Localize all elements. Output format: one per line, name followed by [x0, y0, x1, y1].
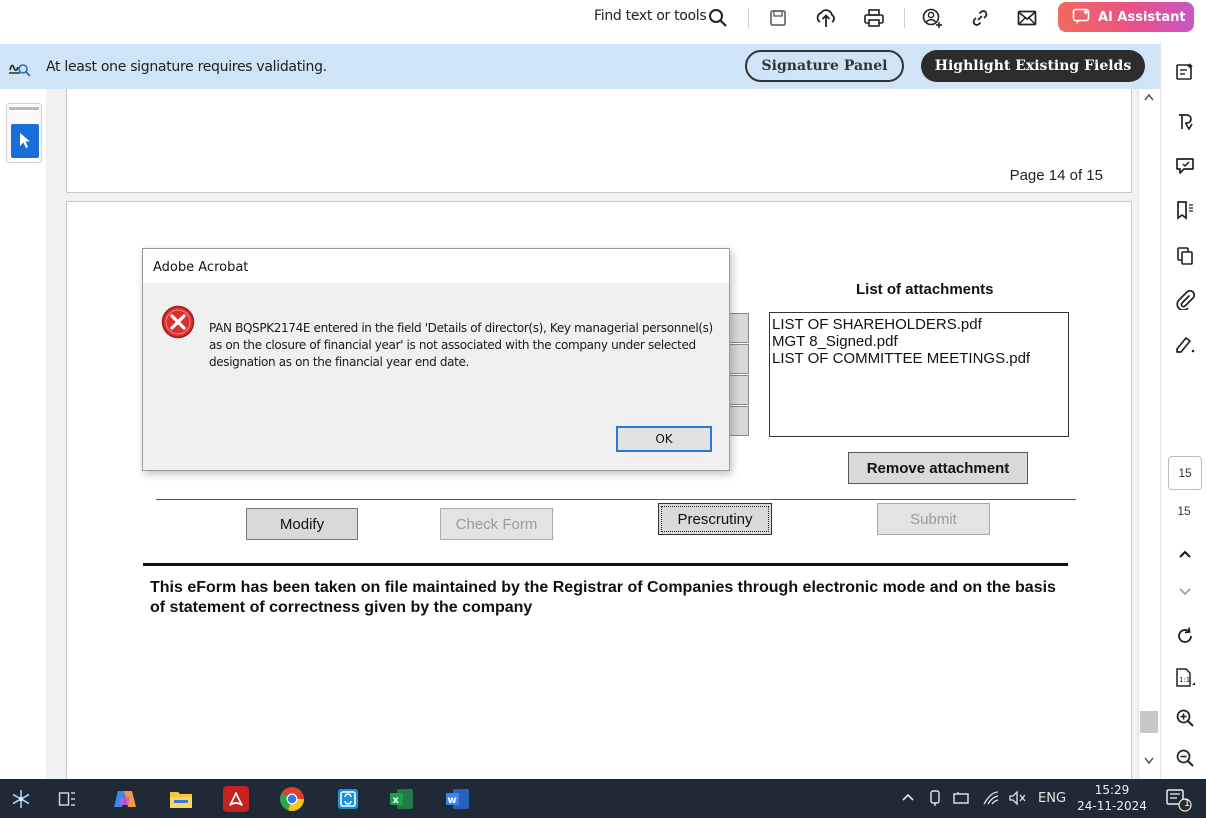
toolbar-divider: [748, 8, 749, 28]
left-tools-panel: [0, 89, 46, 779]
widgets-icon[interactable]: [8, 786, 34, 812]
task-view-icon[interactable]: [54, 786, 80, 812]
attach-button-stub[interactable]: [728, 406, 749, 436]
notification-count: 1: [1183, 798, 1191, 809]
check-form-button[interactable]: Check Form: [440, 508, 553, 540]
dialog-titlebar[interactable]: Adobe Acrobat: [143, 249, 729, 283]
error-icon: [161, 305, 195, 339]
signature-panel-button[interactable]: Signature Panel: [745, 50, 904, 82]
chrome-icon[interactable]: [279, 786, 305, 812]
edit-pdf-icon[interactable]: [1173, 60, 1197, 84]
link-icon[interactable]: [968, 6, 992, 30]
page-14: Page 14 of 15: [66, 89, 1132, 193]
svg-text:w: w: [448, 795, 457, 806]
save-icon[interactable]: [766, 6, 790, 30]
find-text-label[interactable]: Find text or tools: [594, 8, 707, 24]
attach-button-stub[interactable]: [728, 313, 749, 343]
store-icon[interactable]: [335, 786, 361, 812]
next-page-icon[interactable]: [1173, 580, 1197, 604]
wifi-icon[interactable]: [982, 790, 1000, 806]
tool-palette: [6, 103, 42, 163]
attachment-icon[interactable]: [1173, 288, 1197, 312]
file-explorer-icon[interactable]: [168, 786, 194, 812]
footer-note: This eForm has been taken on file mainta…: [150, 579, 1056, 616]
top-toolbar: Find text or tools AI Assistant: [0, 0, 1206, 42]
select-tool-button[interactable]: [11, 124, 39, 158]
prescrutiny-button[interactable]: Prescrutiny: [658, 503, 772, 535]
right-tool-rail: 15 15 1:1: [1160, 42, 1206, 779]
scrollbar-thumb[interactable]: [1140, 711, 1158, 733]
signature-notification-bar: At least one signature requires validati…: [0, 44, 1160, 89]
attachments-list[interactable]: LIST OF SHAREHOLDERS.pdf MGT 8_Signed.pd…: [769, 312, 1069, 437]
acrobat-icon[interactable]: [223, 786, 249, 812]
ai-assistant-label: AI Assistant: [1098, 9, 1186, 25]
pages-icon[interactable]: [1173, 244, 1197, 268]
language-indicator[interactable]: ENG: [1038, 791, 1066, 806]
search-icon[interactable]: [706, 6, 730, 30]
list-item[interactable]: LIST OF SHAREHOLDERS.pdf: [772, 316, 1066, 333]
ok-button[interactable]: OK: [616, 426, 712, 452]
footer-divider: [143, 563, 1068, 566]
remove-attachment-button[interactable]: Remove attachment: [848, 452, 1028, 484]
ai-assistant-button[interactable]: AI Assistant: [1058, 2, 1194, 32]
highlight-existing-fields-button[interactable]: Highlight Existing Fields: [921, 50, 1145, 82]
attach-button-stub[interactable]: [728, 344, 749, 374]
word-icon[interactable]: w: [445, 786, 471, 812]
dialog-message: PAN BQSPK2174E entered in the field 'Det…: [209, 321, 713, 369]
windows-taskbar: x w ENG 15:29 24-11-2024 1: [0, 779, 1206, 818]
submit-button[interactable]: Submit: [877, 503, 990, 535]
attach-button-stub[interactable]: [728, 375, 749, 405]
cursor-arrow-icon: [18, 132, 32, 150]
upload-icon[interactable]: [814, 6, 838, 30]
network-icon[interactable]: [952, 790, 972, 806]
email-icon[interactable]: [1015, 6, 1039, 30]
previous-page-icon[interactable]: [1173, 542, 1197, 566]
rotate-icon[interactable]: [1173, 624, 1197, 648]
signature-search-icon: [8, 56, 32, 78]
bookmark-icon[interactable]: [1173, 198, 1197, 222]
zoom-out-icon[interactable]: [1173, 746, 1197, 770]
share-user-icon[interactable]: [920, 6, 944, 30]
sign-icon[interactable]: [1173, 110, 1197, 134]
ai-assistant-icon: [1072, 8, 1092, 26]
list-item[interactable]: MGT 8_Signed.pdf: [772, 333, 1066, 350]
actual-size-icon[interactable]: 1:1: [1173, 666, 1197, 690]
dialog-title: Adobe Acrobat: [153, 260, 249, 275]
toolbar-divider: [904, 8, 905, 28]
volume-muted-icon[interactable]: [1008, 790, 1028, 806]
pen-tray-icon[interactable]: [928, 789, 942, 807]
scroll-up-icon[interactable]: [1144, 93, 1154, 101]
attachments-title: List of attachments: [856, 281, 994, 298]
signature-message: At least one signature requires validati…: [46, 59, 327, 75]
vertical-scrollbar[interactable]: [1138, 89, 1160, 779]
svg-text:1:1: 1:1: [1179, 676, 1190, 684]
page-indicator: Page 14 of 15: [1009, 167, 1103, 184]
list-item[interactable]: LIST OF COMMITTEE MEETINGS.pdf: [772, 350, 1066, 367]
print-icon[interactable]: [862, 6, 886, 30]
fill-sign-pen-icon[interactable]: [1173, 332, 1197, 356]
scroll-down-icon[interactable]: [1144, 757, 1154, 765]
clock[interactable]: 15:29 24-11-2024: [1076, 782, 1148, 814]
clock-time: 15:29: [1094, 783, 1130, 797]
palette-grip[interactable]: [9, 107, 39, 110]
copilot-icon[interactable]: [112, 786, 138, 812]
svg-text:x: x: [393, 795, 400, 806]
form-divider: [156, 499, 1076, 500]
excel-icon[interactable]: x: [389, 786, 415, 812]
tray-chevron-icon[interactable]: [902, 792, 914, 802]
zoom-in-icon[interactable]: [1173, 706, 1197, 730]
total-pages: 15: [1177, 504, 1191, 518]
modify-button[interactable]: Modify: [246, 508, 358, 540]
clock-date: 24-11-2024: [1077, 799, 1147, 813]
error-dialog: Adobe Acrobat PAN BQSPK2174E entered in …: [142, 248, 730, 471]
comment-icon[interactable]: [1173, 154, 1197, 178]
page-number-input[interactable]: 15: [1168, 456, 1202, 490]
